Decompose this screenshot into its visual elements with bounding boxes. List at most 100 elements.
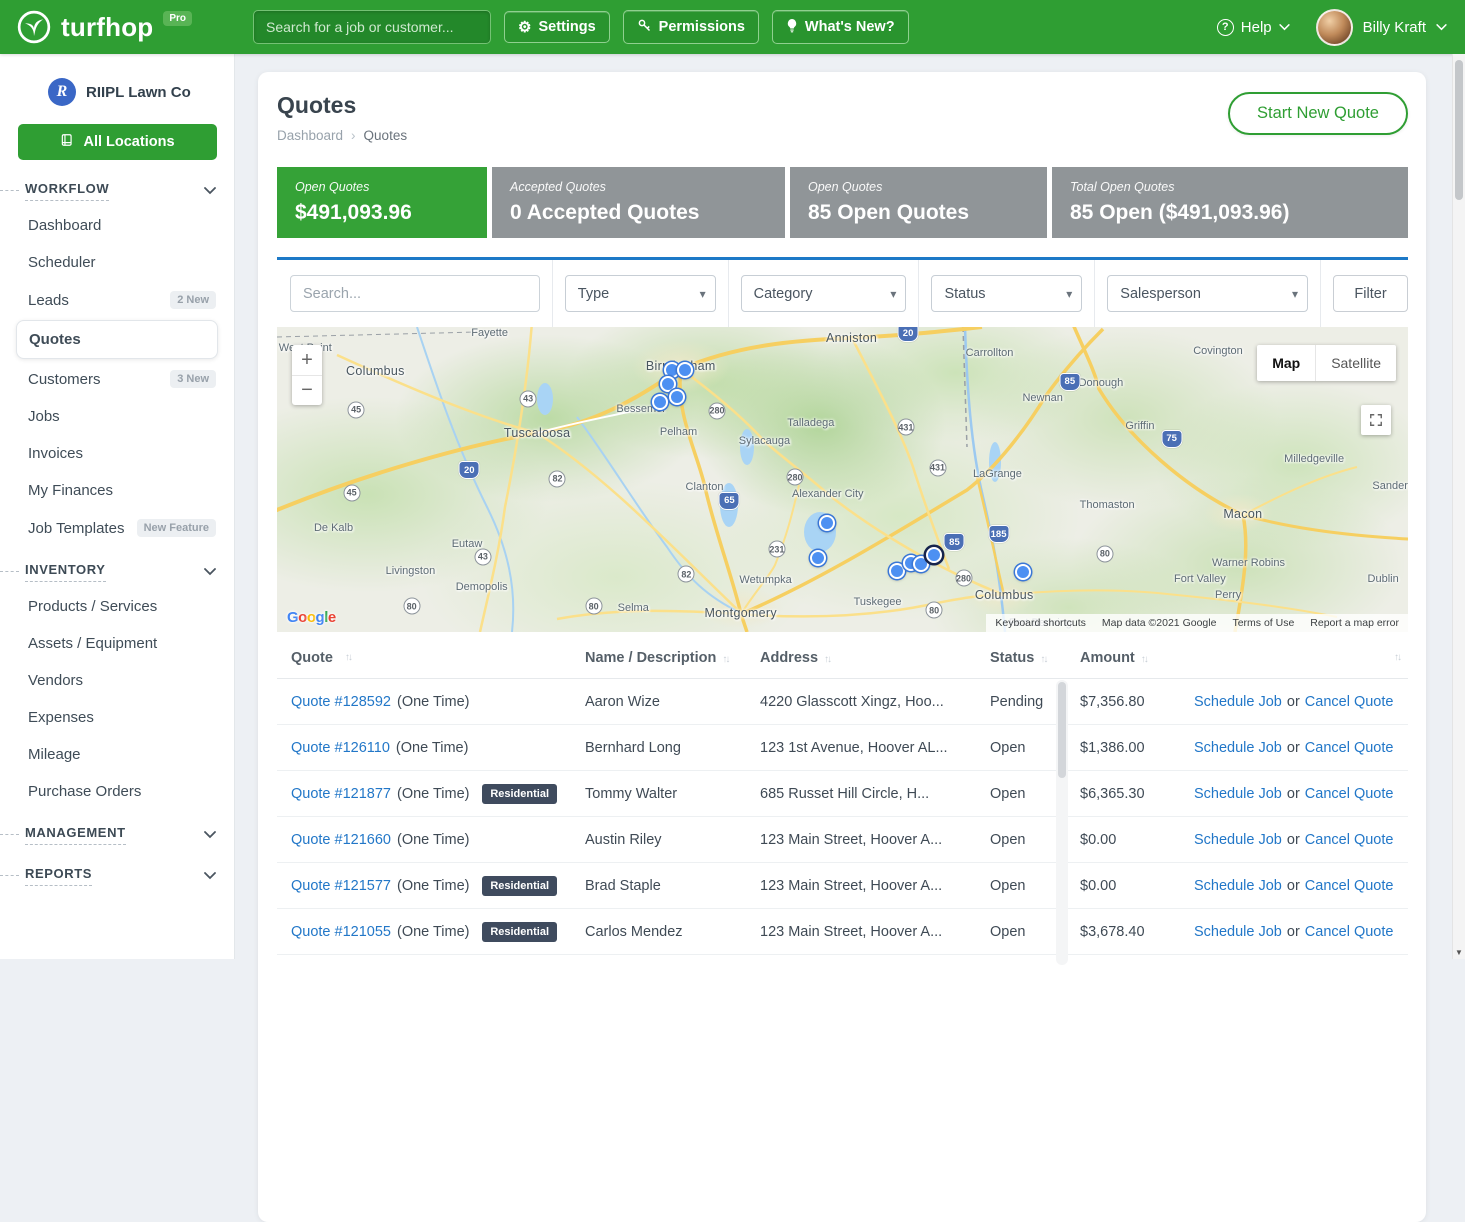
fullscreen-button[interactable] bbox=[1361, 405, 1391, 435]
cancel-quote-link[interactable]: Cancel Quote bbox=[1305, 786, 1394, 802]
brand[interactable]: turfhop Pro bbox=[16, 9, 240, 45]
column-header-address[interactable]: Address↑↓ bbox=[746, 650, 976, 666]
table-scrollbar[interactable] bbox=[1056, 680, 1068, 965]
sidebar-item[interactable]: Job Templates New Feature bbox=[0, 509, 234, 547]
quote-link[interactable]: Quote #121577 bbox=[291, 878, 391, 894]
schedule-job-link[interactable]: Schedule Job bbox=[1194, 694, 1282, 710]
sidebar-item[interactable]: Scheduler bbox=[0, 244, 234, 281]
user-menu[interactable]: Billy Kraft bbox=[1316, 9, 1447, 46]
chevron-down-icon[interactable] bbox=[204, 568, 216, 576]
zoom-out-button[interactable]: − bbox=[292, 375, 322, 405]
chevron-down-icon[interactable] bbox=[204, 831, 216, 839]
all-locations-button[interactable]: All Locations bbox=[18, 124, 217, 160]
quote-link[interactable]: Quote #121877 bbox=[291, 786, 391, 802]
sidebar-section-workflow[interactable]: WORKFLOW bbox=[0, 166, 234, 207]
schedule-job-link[interactable]: Schedule Job bbox=[1194, 786, 1282, 802]
salesperson-select[interactable]: Salesperson bbox=[1107, 275, 1308, 312]
quote-link[interactable]: Quote #121055 bbox=[291, 924, 391, 940]
quote-map-marker[interactable] bbox=[669, 389, 685, 405]
quotes-map[interactable]: West PointColumbusFayetteTuscaloosaBesse… bbox=[277, 327, 1408, 632]
chevron-down-icon[interactable] bbox=[204, 187, 216, 195]
quote-link[interactable]: Quote #121660 bbox=[291, 832, 391, 848]
map-attribution-link[interactable]: Report a map error bbox=[1310, 617, 1399, 629]
stat-card[interactable]: Total Open Quotes 85 Open ($491,093.96) bbox=[1052, 167, 1408, 238]
sidebar-item[interactable]: Vendors bbox=[0, 662, 234, 699]
schedule-job-link[interactable]: Schedule Job bbox=[1194, 878, 1282, 894]
quote-map-marker[interactable] bbox=[810, 550, 826, 566]
type-select[interactable]: Type bbox=[565, 275, 716, 312]
zoom-in-button[interactable]: + bbox=[292, 345, 322, 375]
quote-map-marker[interactable] bbox=[889, 563, 905, 579]
settings-button[interactable]: ⚙ Settings bbox=[504, 11, 610, 43]
cancel-quote-link[interactable]: Cancel Quote bbox=[1305, 694, 1394, 710]
sidebar-item[interactable]: Dashboard bbox=[0, 207, 234, 244]
sort-icon[interactable]: ↑↓ bbox=[722, 654, 728, 665]
map-city-label: Eutaw bbox=[452, 538, 483, 550]
sidebar-item[interactable]: Products / Services bbox=[0, 588, 234, 625]
schedule-job-link[interactable]: Schedule Job bbox=[1194, 924, 1282, 940]
sidebar-item[interactable]: Leads 2 New bbox=[0, 281, 234, 319]
quote-map-marker[interactable] bbox=[819, 515, 835, 531]
column-header-name[interactable]: Name / Description↑↓ bbox=[571, 650, 746, 666]
quote-map-marker[interactable] bbox=[677, 362, 693, 378]
sidebar-item[interactable]: Assets / Equipment bbox=[0, 625, 234, 662]
main-content: Quotes Dashboard › Quotes Start New Quot… bbox=[258, 72, 1426, 1222]
stat-card[interactable]: Open Quotes 85 Open Quotes bbox=[790, 167, 1047, 238]
table-scrollbar-thumb[interactable] bbox=[1058, 682, 1066, 778]
quote-map-marker[interactable] bbox=[652, 394, 668, 410]
quote-map-marker[interactable] bbox=[1015, 564, 1031, 580]
sort-icon[interactable]: ↑↓ bbox=[1141, 654, 1147, 665]
sidebar-section-reports[interactable]: REPORTS bbox=[0, 851, 234, 892]
column-header-status[interactable]: Status↑↓ bbox=[976, 650, 1056, 666]
sidebar-item[interactable]: Purchase Orders bbox=[0, 773, 234, 810]
company-switcher[interactable]: R RIIPL Lawn Co bbox=[0, 72, 234, 112]
satellite-view-button[interactable]: Satellite bbox=[1315, 345, 1396, 381]
map-attribution-link[interactable]: Keyboard shortcuts bbox=[995, 617, 1085, 629]
sidebar-item[interactable]: Invoices bbox=[0, 435, 234, 472]
route-shield: 80 bbox=[926, 602, 943, 619]
quotes-search-input[interactable] bbox=[290, 275, 540, 312]
column-header-amount[interactable]: Amount↑↓ bbox=[1068, 650, 1178, 666]
cancel-quote-link[interactable]: Cancel Quote bbox=[1305, 924, 1394, 940]
breadcrumb-dashboard[interactable]: Dashboard bbox=[277, 128, 343, 143]
filter-button[interactable]: Filter bbox=[1333, 275, 1408, 312]
quote-map-marker[interactable] bbox=[926, 547, 942, 563]
status-select[interactable]: Status bbox=[931, 275, 1082, 312]
page-scrollbar-thumb[interactable] bbox=[1455, 60, 1463, 200]
sidebar-item[interactable]: Jobs bbox=[0, 398, 234, 435]
sidebar-section-inventory[interactable]: INVENTORY bbox=[0, 547, 234, 588]
stat-card[interactable]: Open Quotes $491,093.96 bbox=[277, 167, 487, 238]
column-header-quote[interactable]: Quote↑↓ bbox=[277, 650, 571, 666]
cancel-quote-link[interactable]: Cancel Quote bbox=[1305, 878, 1394, 894]
schedule-job-link[interactable]: Schedule Job bbox=[1194, 740, 1282, 756]
schedule-job-link[interactable]: Schedule Job bbox=[1194, 832, 1282, 848]
stat-card[interactable]: Accepted Quotes 0 Accepted Quotes bbox=[492, 167, 785, 238]
quote-link[interactable]: Quote #126110 bbox=[291, 740, 390, 756]
sort-icon[interactable]: ↑↓ bbox=[345, 652, 351, 663]
sidebar-item[interactable]: Customers 3 New bbox=[0, 360, 234, 398]
chevron-down-icon[interactable] bbox=[204, 872, 216, 880]
cancel-quote-link[interactable]: Cancel Quote bbox=[1305, 832, 1394, 848]
scrollbar-down-arrow[interactable]: ▼ bbox=[1453, 945, 1465, 959]
map-view-button[interactable]: Map bbox=[1257, 345, 1315, 381]
cancel-quote-link[interactable]: Cancel Quote bbox=[1305, 740, 1394, 756]
permissions-button[interactable]: Permissions bbox=[623, 10, 759, 44]
sort-icon[interactable]: ↑↓ bbox=[824, 654, 830, 665]
page-scrollbar[interactable]: ▼ bbox=[1452, 54, 1465, 959]
category-select[interactable]: Category bbox=[741, 275, 907, 312]
map-attribution-link[interactable]: Terms of Use bbox=[1232, 617, 1294, 629]
sidebar-section-management[interactable]: MANAGEMENT bbox=[0, 810, 234, 851]
sort-icon[interactable]: ↑↓ bbox=[1394, 652, 1400, 663]
sidebar-item[interactable]: Expenses bbox=[0, 699, 234, 736]
whats-new-button[interactable]: What's New? bbox=[772, 10, 909, 44]
stat-cards: Open Quotes $491,093.96 Accepted Quotes … bbox=[277, 167, 1408, 238]
global-search-input[interactable] bbox=[253, 10, 491, 44]
sidebar-item[interactable]: My Finances bbox=[0, 472, 234, 509]
quote-link[interactable]: Quote #128592 bbox=[291, 694, 391, 710]
sort-icon[interactable]: ↑↓ bbox=[1040, 654, 1046, 665]
start-new-quote-button[interactable]: Start New Quote bbox=[1228, 92, 1408, 135]
sidebar-item[interactable]: Mileage bbox=[0, 736, 234, 773]
map-attribution-link[interactable]: Map data ©2021 Google bbox=[1102, 617, 1217, 629]
help-menu[interactable]: ? Help bbox=[1217, 19, 1290, 36]
sidebar-item[interactable]: Quotes bbox=[16, 320, 218, 359]
